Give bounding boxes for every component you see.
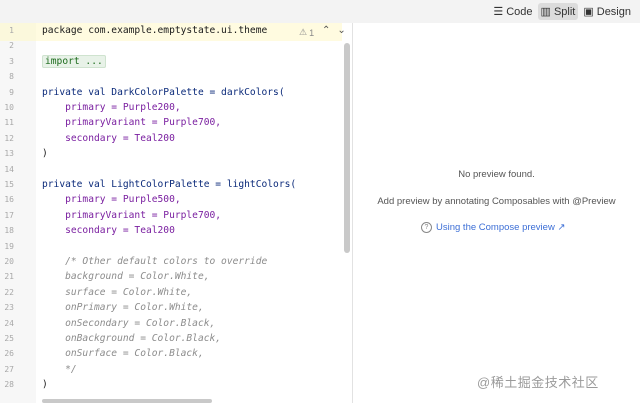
- split-mode-button[interactable]: ▥ Split: [538, 3, 579, 20]
- line-number: 2: [0, 38, 14, 53]
- compose-preview-link[interactable]: ? Using the Compose preview ↗: [421, 222, 565, 233]
- view-mode-switcher: ☰ Code ▥ Split ▣ Design: [490, 3, 634, 20]
- preview-panel: No preview found. Add preview by annotat…: [353, 23, 640, 403]
- code-comment-line[interactable]: onSecondary = Color.Black,: [42, 316, 215, 331]
- no-preview-message: No preview found.: [353, 169, 640, 180]
- code-line[interactable]: primary = Purple500,: [42, 192, 181, 207]
- top-toolbar: ☰ Code ▥ Split ▣ Design: [0, 0, 640, 24]
- code-comment-line[interactable]: background = Color.White,: [42, 269, 210, 284]
- problem-navigation: ⌃ ⌄: [322, 25, 346, 36]
- code-line[interactable]: ): [42, 146, 48, 161]
- code-comment-line[interactable]: surface = Color.White,: [42, 285, 192, 300]
- preview-hint: Add preview by annotating Composables wi…: [353, 196, 640, 207]
- line-number: 19: [0, 239, 14, 254]
- code-line[interactable]: ): [42, 377, 48, 392]
- lines-icon: ☰: [493, 5, 503, 18]
- line-number: 28: [0, 377, 14, 392]
- line-number: 3: [0, 54, 14, 69]
- code-line[interactable]: private val LightColorPalette = lightCol…: [42, 177, 296, 192]
- horizontal-scrollbar[interactable]: [42, 399, 212, 403]
- code-comment-line[interactable]: onSurface = Color.Black,: [42, 346, 204, 361]
- code-line[interactable]: private val DarkColorPalette = darkColor…: [42, 85, 285, 100]
- line-number: 1: [0, 23, 14, 38]
- line-number: 27: [0, 362, 14, 377]
- line-number: 8: [0, 69, 14, 84]
- line-number: 17: [0, 208, 14, 223]
- code-comment-line[interactable]: /* Other default colors to override: [42, 254, 267, 269]
- line-number: 22: [0, 285, 14, 300]
- code-comment-line[interactable]: onPrimary = Color.White,: [42, 300, 204, 315]
- code-line[interactable]: primaryVariant = Purple700,: [42, 208, 221, 223]
- warning-indicator[interactable]: ⚠ 1: [299, 27, 314, 38]
- line-number: 21: [0, 269, 14, 284]
- code-line[interactable]: secondary = Teal200: [42, 223, 175, 238]
- line-number: 10: [0, 100, 14, 115]
- code-comment-line[interactable]: onBackground = Color.Black,: [42, 331, 221, 346]
- warning-icon: ⚠: [299, 27, 307, 38]
- chevron-down-icon[interactable]: ⌄: [337, 25, 345, 36]
- split-mode-label: Split: [554, 6, 575, 18]
- line-number: 20: [0, 254, 14, 269]
- code-mode-label: Code: [506, 6, 532, 18]
- code-editor[interactable]: 1 2 3 8 9 10 11 12 13 14 15 16 17 18 19 …: [0, 23, 352, 403]
- line-number: 13: [0, 146, 14, 161]
- split-icon: ▥: [541, 5, 551, 18]
- design-mode-label: Design: [597, 6, 631, 18]
- code-line[interactable]: primaryVariant = Purple700,: [42, 115, 221, 130]
- vertical-scrollbar[interactable]: [344, 43, 350, 253]
- code-mode-button[interactable]: ☰ Code: [490, 3, 535, 20]
- line-number: 15: [0, 177, 14, 192]
- line-number: 18: [0, 223, 14, 238]
- folded-imports[interactable]: import ...: [42, 55, 106, 68]
- line-number: 24: [0, 316, 14, 331]
- image-icon: ▣: [583, 5, 593, 18]
- design-mode-button[interactable]: ▣ Design: [580, 3, 634, 20]
- compose-preview-link-label[interactable]: Using the Compose preview ↗: [436, 222, 565, 233]
- line-number: 9: [0, 85, 14, 100]
- line-number: 23: [0, 300, 14, 315]
- line-number: 25: [0, 331, 14, 346]
- chevron-up-icon[interactable]: ⌃: [322, 25, 330, 36]
- code-line-import[interactable]: import ...: [42, 54, 106, 69]
- line-number: 26: [0, 346, 14, 361]
- line-number: 12: [0, 131, 14, 146]
- code-line[interactable]: package com.example.emptystate.ui.theme: [42, 23, 267, 38]
- code-line[interactable]: primary = Purple200,: [42, 100, 181, 115]
- warning-count: 1: [309, 28, 314, 38]
- line-number: 16: [0, 192, 14, 207]
- watermark: @稀土掘金技术社区: [477, 372, 599, 391]
- code-comment-line[interactable]: */: [42, 362, 77, 377]
- help-icon: ?: [421, 222, 432, 233]
- line-number: 14: [0, 162, 14, 177]
- line-number: 11: [0, 115, 14, 130]
- code-line[interactable]: secondary = Teal200: [42, 131, 175, 146]
